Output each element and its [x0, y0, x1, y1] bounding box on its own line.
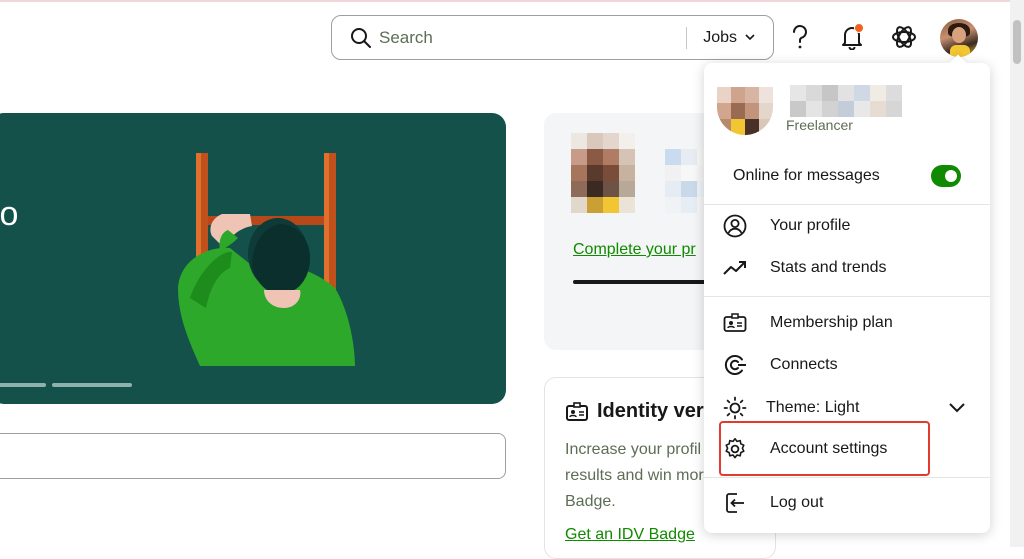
online-for-messages-label: Online for messages	[733, 167, 880, 184]
menu-item-connects[interactable]: Connects	[722, 350, 838, 380]
menu-user-role: Freelancer	[786, 117, 853, 133]
menu-divider	[704, 204, 990, 205]
connects-icon	[722, 352, 748, 378]
menu-item-your-profile[interactable]: Your profile	[722, 211, 850, 241]
search-input[interactable]: Search	[379, 28, 686, 48]
carousel-indicators[interactable]	[0, 383, 132, 387]
chevron-down-icon	[745, 34, 755, 41]
menu-item-membership-plan[interactable]: Membership plan	[722, 308, 893, 338]
top-border-line	[0, 0, 1024, 2]
hero-banner: to	[0, 113, 506, 404]
avatar[interactable]	[940, 19, 978, 57]
logout-icon	[722, 490, 748, 516]
search-category-dropdown[interactable]: Jobs	[687, 29, 773, 47]
search-icon	[350, 27, 372, 49]
menu-user-name-blurred	[790, 85, 902, 117]
user-circle-icon	[722, 213, 748, 239]
online-toggle[interactable]	[931, 165, 961, 187]
search-bar[interactable]: Search Jobs	[331, 15, 774, 60]
chevron-down-icon[interactable]	[948, 402, 966, 414]
ladder-illustration	[178, 153, 355, 366]
help-icon[interactable]	[786, 23, 814, 51]
blurred-avatar	[571, 133, 635, 213]
sun-icon	[722, 395, 748, 421]
bell-icon[interactable]	[838, 23, 866, 51]
page-scrollbar[interactable]	[1010, 0, 1024, 547]
menu-item-theme[interactable]: Theme: Light	[722, 393, 859, 423]
account-settings-highlight-box	[719, 421, 930, 476]
menu-avatar	[717, 87, 773, 135]
hero-title: to	[0, 195, 19, 233]
trend-up-icon	[722, 255, 748, 281]
id-card-icon	[722, 310, 748, 336]
menu-item-log-out[interactable]: Log out	[722, 488, 823, 518]
complete-profile-link[interactable]: Complete your pr	[573, 241, 696, 259]
identity-title: Identity ver	[565, 400, 704, 423]
get-idv-badge-link[interactable]: Get an IDV Badge	[565, 526, 695, 544]
account-dropdown-menu: Freelancer Online for messages Your prof…	[704, 54, 990, 533]
menu-item-stats-and-trends[interactable]: Stats and trends	[722, 253, 887, 283]
menu-divider	[704, 477, 990, 478]
scrollbar-thumb[interactable]	[1013, 20, 1021, 64]
notification-dot	[854, 23, 864, 33]
apps-icon[interactable]	[890, 23, 918, 51]
content-search-box[interactable]	[0, 433, 506, 479]
search-category-label: Jobs	[703, 28, 737, 46]
menu-divider	[704, 296, 990, 297]
id-card-icon	[566, 401, 588, 421]
